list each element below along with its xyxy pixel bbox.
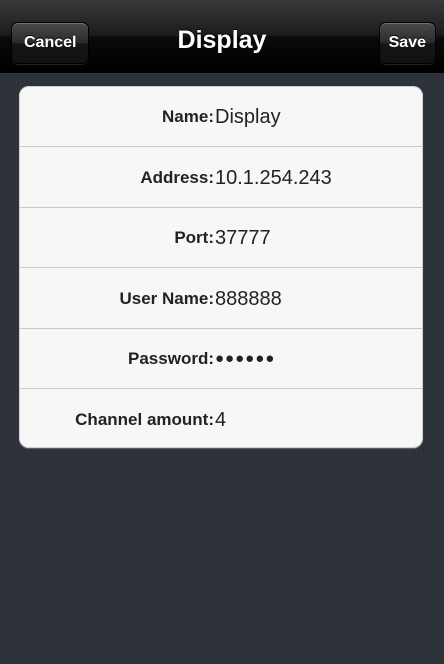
port-field[interactable]: 37777 bbox=[215, 207, 271, 267]
port-label: Port: bbox=[174, 228, 214, 247]
password-label: Password: bbox=[128, 349, 214, 368]
address-row[interactable]: Address: 10.1.254.243 bbox=[19, 147, 423, 208]
channel-amount-row[interactable]: Channel amount: 4 bbox=[19, 389, 423, 448]
username-row[interactable]: User Name: 888888 bbox=[19, 268, 423, 329]
address-label: Address: bbox=[140, 168, 214, 187]
save-button[interactable]: Save bbox=[378, 22, 436, 64]
password-row[interactable]: Password: ●●●●●● bbox=[19, 328, 423, 389]
username-field[interactable]: 888888 bbox=[215, 268, 282, 328]
port-row[interactable]: Port: 37777 bbox=[19, 207, 423, 268]
password-field[interactable]: ●●●●●● bbox=[215, 328, 275, 388]
device-settings-form: Name: Display Address: 10.1.254.243 Port… bbox=[19, 86, 423, 448]
name-label: Name: bbox=[162, 107, 214, 126]
name-row[interactable]: Name: Display bbox=[19, 86, 423, 147]
name-field[interactable]: Display bbox=[215, 86, 281, 146]
cancel-button[interactable]: Cancel bbox=[11, 22, 90, 64]
address-field[interactable]: 10.1.254.243 bbox=[215, 147, 332, 207]
channel-amount-field[interactable]: 4 bbox=[215, 389, 226, 448]
navigation-bar: Display Cancel Save bbox=[0, 0, 444, 73]
username-label: User Name: bbox=[119, 289, 215, 308]
channel-amount-label: Channel amount: bbox=[75, 410, 214, 429]
